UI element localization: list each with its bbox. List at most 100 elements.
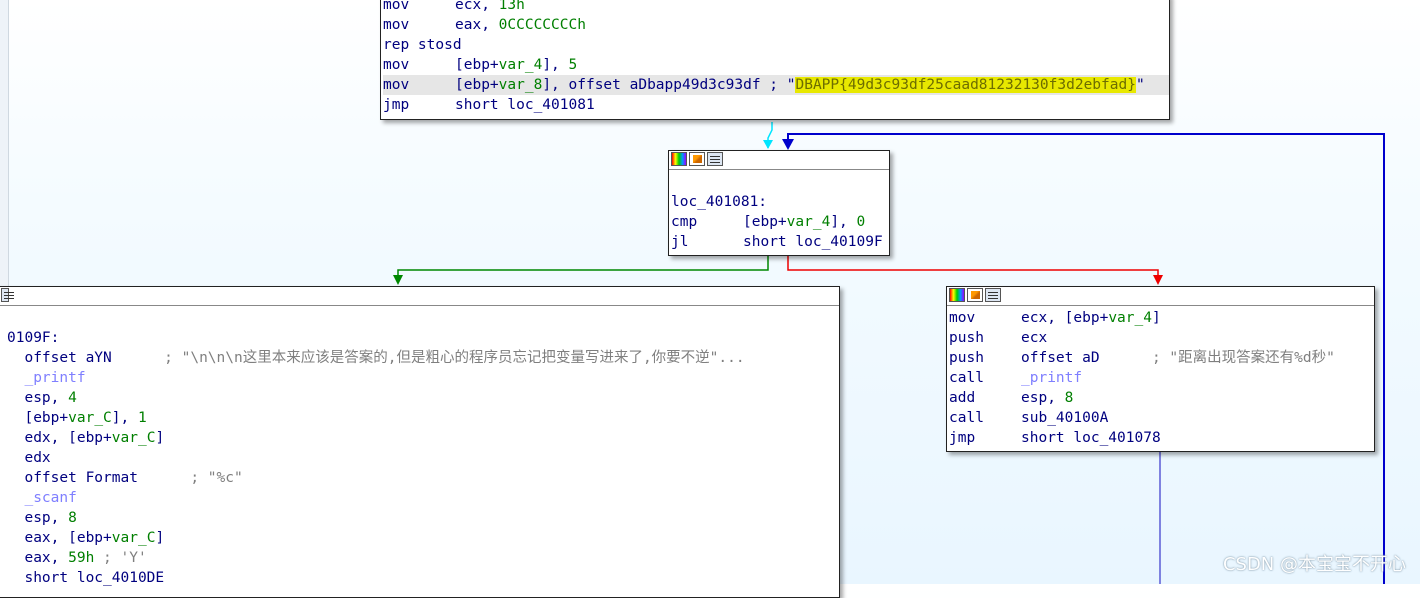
asm-line[interactable]: push ecx [949,328,1374,348]
operand-prefix: [ebp+ [24,410,69,426]
asm-line[interactable]: edx, [ebp+var_C] [7,428,839,448]
operand-prefix: ecx, [ebp+ [1021,310,1109,326]
mnemonic: call [949,370,984,386]
operand-prefix: eax, [ebp+ [24,530,112,546]
asm-line[interactable]: rep stosd [383,35,1169,55]
ida-graph-canvas[interactable]: mov ecx, 13h mov eax, 0CCCCCCCCh rep stosd mo… [0,0,1420,598]
operands: edx [24,450,51,466]
mnemonic: cmp [671,214,698,230]
asm-line[interactable]: call _printf [949,368,1374,388]
operands: sub_40100A [1021,410,1109,426]
asm-line[interactable]: mov [ebp+var_8], offset aDbapp49d3c93df ;… [383,75,1169,95]
operand-suffix: ], [542,57,569,73]
edit-icon[interactable] [967,288,983,302]
operand-prefix: edx, [ebp+ [24,430,112,446]
asm-line[interactable]: push offset aD ; "距离出现答案还有%d秒" [949,348,1374,368]
operands: ecx, [455,0,499,13]
stack-variable: var_4 [786,214,831,230]
comment: ; "距离出现答案还有%d秒" [1099,350,1335,366]
asm-line[interactable]: esp, 4 [7,388,839,408]
asm-line[interactable]: _printf [7,368,839,388]
mnemonic: call [949,410,984,426]
stack-variable: var_8 [498,77,543,93]
operands: offset aYN [24,350,112,366]
immediate-value: 59h [68,550,95,566]
edit-icon[interactable] [689,152,705,166]
graph-color-icon[interactable] [949,288,965,302]
operand-prefix: [ebp+ [455,77,499,93]
operands: eax, [24,550,69,566]
operand-prefix: [ebp+ [455,57,499,73]
operand-suffix: ] [155,530,165,546]
comment: ; 'Y' [94,550,147,566]
function-name: _printf [1021,370,1083,386]
function-name: _scanf [24,490,77,506]
asm-line[interactable]: mov ecx, 13h [383,0,1169,15]
code-block-top[interactable]: mov ecx, 13h mov eax, 0CCCCCCCCh rep stosd mo… [380,0,1170,120]
asm-line[interactable]: offset Format ; "%c" [7,468,839,488]
mnemonic: jmp [383,97,410,113]
immediate-value: 0CCCCCCCCh [498,17,586,33]
asm-line[interactable]: mov eax, 0CCCCCCCCh [383,15,1169,35]
node-header [0,287,839,306]
asm-line[interactable]: esp, 8 [7,508,839,528]
xref-icon[interactable] [1,288,14,302]
immediate-value: 1 [137,410,147,426]
asm-line[interactable]: add esp, 8 [949,388,1374,408]
asm-line[interactable]: [ebp+var_C], 1 [7,408,839,428]
stack-variable: var_4 [498,57,543,73]
mnemonic: jl [671,234,689,250]
edge-true [397,255,769,283]
code-block-countdown[interactable]: mov ecx, [ebp+var_4] push ecx push offset aD … [946,286,1375,452]
code-block-loc-40109F[interactable]: 0109F: offset aYN ; "\n\n\n这里本来应该是答案的,但是… [0,286,840,598]
xref-icon[interactable] [985,288,1001,302]
code-block-loc-401081[interactable]: loc_401081: cmp [ebp+var_4], 0 jl short loc… [668,150,890,256]
mnemonic: rep stosd [383,37,462,53]
block-label: loc_401081: [671,194,768,210]
asm-line[interactable]: jl short loc_40109F [671,232,889,252]
stack-variable: var_4 [1108,310,1152,326]
graph-color-icon[interactable] [671,152,687,166]
asm-line[interactable]: offset aYN ; "\n\n\n这里本来应该是答案的,但是粗心的程序员忘… [7,348,839,368]
immediate-value: 13h [498,0,525,13]
asm-line[interactable]: short loc_4010DE [7,568,839,588]
mnemonic: jmp [949,430,976,446]
mnemonic: mov [949,310,976,326]
asm-line[interactable]: eax, 59h ; 'Y' [7,548,839,568]
csdn-watermark: CSDN @本宝宝不开心 [1222,554,1406,575]
operand-suffix: ] [155,430,165,446]
asm-line[interactable]: _scanf [7,488,839,508]
operands: short loc_401078 [1021,430,1161,446]
operands: offset Format [24,470,138,486]
mnemonic: mov [383,0,410,13]
asm-line[interactable]: eax, [ebp+var_C] [7,528,839,548]
stack-variable: var_C [111,530,156,546]
xref-icon[interactable] [707,152,723,166]
asm-line[interactable]: cmp [ebp+var_4], 0 [671,212,889,232]
mnemonic: push [949,330,984,346]
asm-line[interactable]: jmp short loc_401078 [949,428,1374,448]
mnemonic: mov [383,77,410,93]
operands: esp, [24,510,69,526]
asm-line[interactable]: mov [ebp+var_4], 5 [383,55,1169,75]
asm-line[interactable]: call sub_40100A [949,408,1374,428]
immediate-value: 0 [856,214,866,230]
operands: short loc_401081 [455,97,595,113]
immediate-value: 4 [68,390,77,406]
operands: ecx [1021,330,1048,346]
asm-line[interactable]: mov ecx, [ebp+var_4] [949,308,1374,328]
immediate-value: 5 [568,57,578,73]
mnemonic: add [949,390,976,406]
operands: short loc_40109F [743,234,883,250]
asm-line[interactable]: jmp short loc_401081 [383,95,1169,115]
asm-line[interactable]: edx [7,448,839,468]
node-header [669,151,889,170]
operands: eax, [455,17,499,33]
